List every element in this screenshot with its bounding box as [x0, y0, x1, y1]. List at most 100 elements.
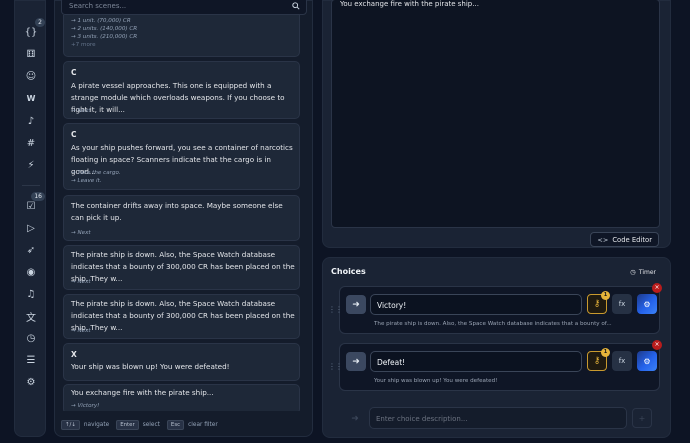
delete-choice-button[interactable]: × [652, 283, 662, 293]
scene-option: → 2 units. (140,000) CR [71, 26, 138, 32]
navigate-key: ↑/↓ [61, 420, 80, 430]
hash-icon[interactable]: # [15, 134, 47, 152]
translate-icon[interactable]: 文 [15, 307, 47, 325]
effects-button[interactable]: fx [612, 351, 632, 371]
scene-card[interactable]: C A pirate vessel approaches. This one i… [63, 61, 300, 119]
key-icon: ⚷ [593, 356, 601, 366]
scene-option: → 3 units. (210,000) CR [71, 34, 138, 40]
scenes-panel: Search scenes... → 1 unit. (70,000) CR →… [54, 0, 359, 437]
scene-speaker: C [71, 68, 77, 77]
key-count-badge: 1 [601, 291, 610, 300]
app-root: {} 2 ⚅ ☺ W ♪ # ⚡ ☑ 16 ▷ ➶ ◉ ♫ 文 ◷ ☰ ⚙ Sear… [0, 0, 690, 443]
logo-icon[interactable]: W [15, 89, 47, 107]
scene-text: Your ship was blown up! You were defeate… [71, 362, 230, 371]
enter-key: Enter [116, 420, 139, 430]
gear-arrow-icon: ⚙ [643, 299, 651, 309]
scene-option: → Next [71, 108, 91, 114]
variables-count-badge: 2 [35, 18, 45, 27]
scene-option: → Next [71, 230, 91, 236]
choice-target-button[interactable]: ➜ [346, 352, 366, 371]
scene-speaker: C [71, 130, 77, 139]
scene-list: → 1 unit. (70,000) CR → 2 units. (140,00… [63, 15, 307, 411]
scene-text: A pirate vessel approaches. This one is … [71, 81, 285, 114]
more-options-label: +7 more [71, 42, 96, 48]
arrow-right-icon: ➜ [351, 413, 359, 424]
key-condition-button[interactable]: ⚷ 1 [587, 291, 610, 314]
key-condition-button[interactable]: ⚷ 1 [587, 348, 610, 371]
lightning-icon[interactable]: ⚡ [15, 156, 47, 174]
curly-braces-icon[interactable]: {} 2 [15, 18, 47, 41]
choices-panel: Choices ◷ Timer ⋮⋮ ➜ Victory! ⚷ 1 fx ⚙ ×… [322, 257, 671, 438]
curly-braces-glyph: {} [24, 26, 38, 38]
scene-card[interactable]: You exchange fire with the pirate ship..… [63, 384, 300, 411]
scene-text-value: You exchange fire with the pirate ship..… [340, 0, 479, 8]
scene-text: The container drifts away into space. Ma… [71, 201, 283, 222]
choice-target-button[interactable]: ➜ [346, 295, 366, 314]
code-icon: <> [597, 235, 609, 244]
scene-card[interactable]: The container drifts away into space. Ma… [63, 195, 300, 241]
scene-editor-panel: You exchange fire with the pirate ship..… [322, 0, 671, 248]
keyboard-hints: ↑/↓ navigate Enter select Esc clear filt… [61, 419, 225, 431]
scene-option: → Take the cargo. [71, 170, 121, 176]
esc-key: Esc [166, 420, 185, 430]
key-count-badge: 1 [601, 348, 610, 357]
play-icon[interactable]: ▷ [15, 219, 47, 237]
music-note-icon[interactable]: ♪ [15, 112, 47, 130]
scene-card[interactable]: → 1 unit. (70,000) CR → 2 units. (140,00… [63, 15, 300, 57]
choice-target-preview: The pirate ship is down. Also, the Space… [374, 321, 612, 327]
clear-filter-hint: clear filter [188, 422, 218, 428]
key-icon: ⚷ [593, 299, 601, 309]
search-placeholder: Search scenes... [69, 2, 127, 10]
close-icon: × [654, 284, 660, 291]
choices-title: Choices [331, 267, 366, 276]
action-settings-button[interactable]: ⚙ [637, 294, 657, 314]
arrow-right-icon: ➜ [352, 299, 360, 310]
clock-icon[interactable]: ◷ [15, 329, 47, 347]
effects-button[interactable]: fx [612, 294, 632, 314]
palette-icon[interactable]: ◉ [15, 263, 47, 281]
settings-icon[interactable]: ⚙ [15, 373, 47, 391]
scene-option: → Next [71, 279, 91, 285]
code-editor-button[interactable]: <> Code Editor [590, 232, 659, 247]
navigate-hint: navigate [83, 422, 110, 428]
scene-option: → 1 unit. (70,000) CR [71, 18, 131, 24]
left-icon-rail: {} 2 ⚅ ☺ W ♪ # ⚡ ☑ 16 ▷ ➶ ◉ ♫ 文 ◷ ☰ ⚙ [14, 0, 46, 437]
rail-divider [22, 185, 40, 186]
notes-icon[interactable]: ☰ [15, 351, 47, 369]
delete-choice-button[interactable]: × [652, 340, 662, 350]
new-choice-input[interactable]: Enter choice description... [369, 407, 627, 429]
scene-option: → Next [71, 328, 91, 334]
rocket-icon[interactable]: ➶ [15, 241, 47, 259]
checklist-glyph: ☑ [26, 200, 36, 212]
new-choice-row: ➜ Enter choice description... + [339, 404, 660, 432]
drag-handle-icon[interactable]: ⋮⋮ [328, 362, 343, 371]
scene-card[interactable]: X Your ship was blown up! You were defea… [63, 343, 300, 381]
scene-card[interactable]: The pirate ship is down. Also, the Space… [63, 245, 300, 290]
search-input[interactable]: Search scenes... [61, 0, 307, 15]
choice-label-input[interactable]: Victory! [370, 294, 582, 315]
timer-button[interactable]: ◷ Timer [630, 268, 656, 276]
close-icon: × [654, 341, 660, 348]
choice-label-input[interactable]: Defeat! [370, 351, 582, 372]
action-settings-button[interactable]: ⚙ [637, 351, 657, 371]
scene-speaker: X [71, 350, 77, 359]
scene-card[interactable]: The pirate ship is down. Also, the Space… [63, 294, 300, 339]
choice-row: ⋮⋮ ➜ Victory! ⚷ 1 fx ⚙ × The pirate ship… [328, 283, 662, 334]
select-hint: select [142, 422, 160, 428]
scene-option: → Leave it. [71, 178, 102, 184]
scene-card[interactable]: C As your ship pushes forward, you see a… [63, 123, 300, 190]
gear-arrow-icon: ⚙ [643, 356, 651, 366]
plus-icon: + [638, 413, 646, 423]
drag-handle-icon[interactable]: ⋮⋮ [328, 305, 343, 314]
code-editor-label: Code Editor [612, 235, 652, 244]
scene-text: The pirate ship is down. Also, the Space… [71, 299, 295, 332]
search-icon[interactable] [292, 2, 300, 10]
scene-text-editor[interactable]: You exchange fire with the pirate ship..… [331, 0, 660, 228]
person-icon[interactable]: ☺ [15, 67, 47, 85]
scene-text: You exchange fire with the pirate ship..… [71, 388, 214, 397]
checklist-icon[interactable]: ☑ 16 [15, 192, 47, 215]
dice-icon[interactable]: ⚅ [15, 45, 47, 63]
voice-icon[interactable]: ♫ [15, 285, 47, 303]
add-choice-button[interactable]: + [632, 408, 652, 428]
timer-label: Timer [638, 268, 656, 276]
